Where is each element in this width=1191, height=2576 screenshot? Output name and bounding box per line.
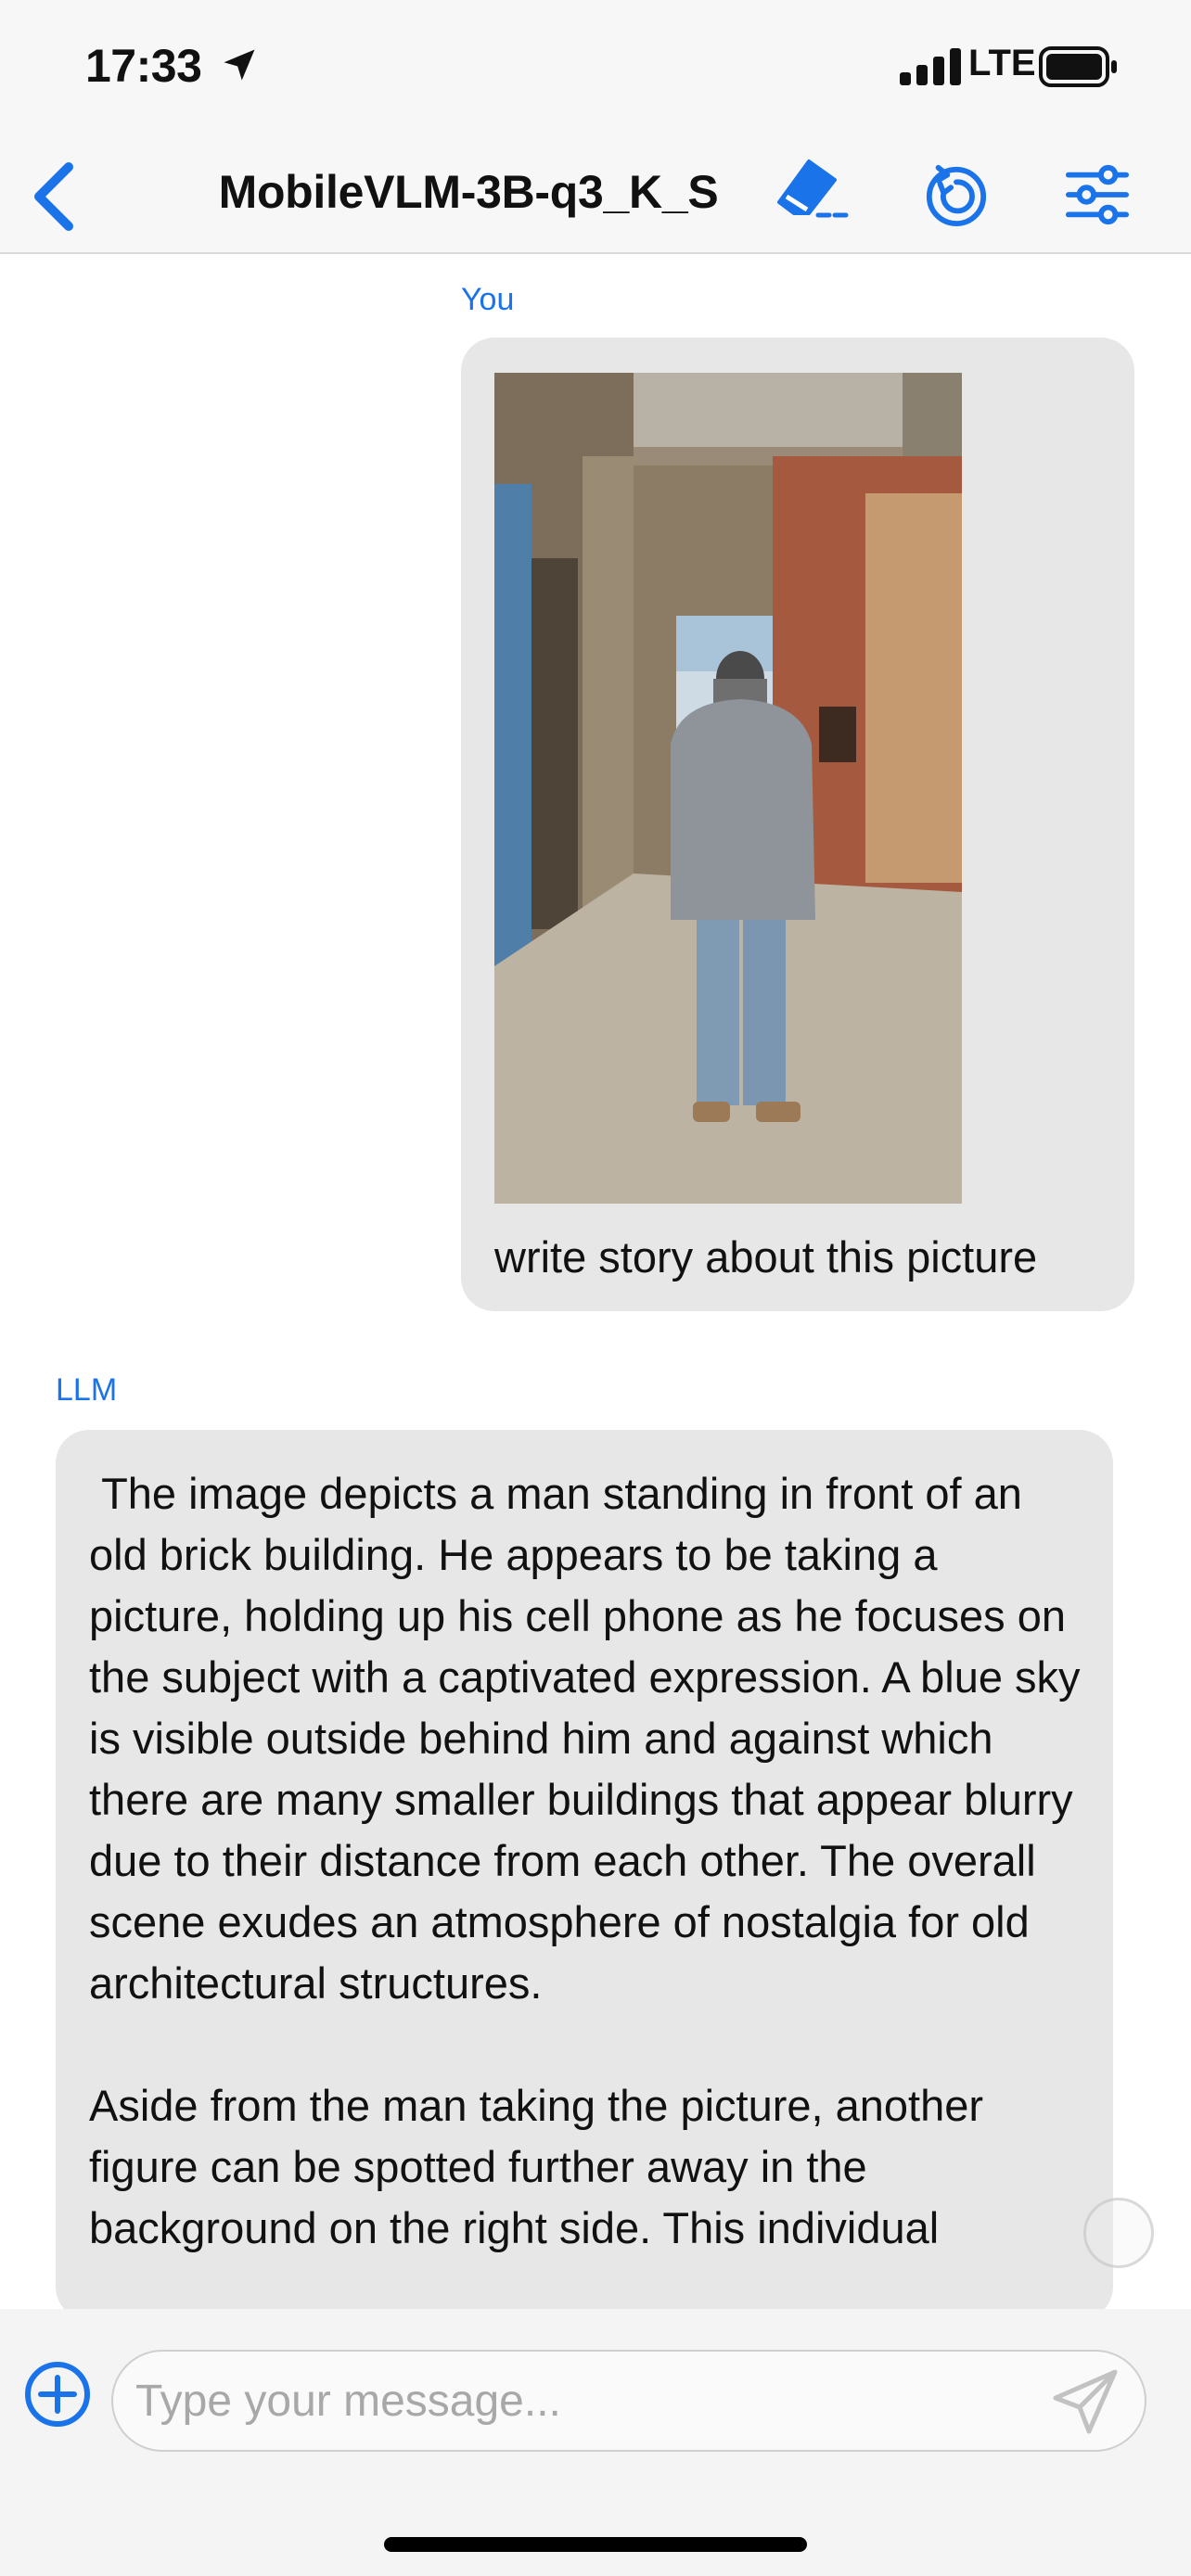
signal-icon	[900, 48, 961, 85]
add-circle-icon[interactable]	[22, 2359, 93, 2429]
scroll-to-bottom-button[interactable]	[1083, 2198, 1154, 2268]
page-title: MobileVLM-3B-q3_K_S	[218, 166, 719, 218]
reload-icon[interactable]	[924, 159, 989, 230]
settings-sliders-icon[interactable]	[1065, 161, 1130, 228]
send-icon[interactable]	[1048, 2365, 1122, 2439]
chat-messages[interactable]: You write story about this picture LLM T…	[0, 252, 1191, 2309]
network-type: LTE	[968, 43, 1036, 83]
back-chevron-icon[interactable]	[28, 159, 80, 234]
eraser-icon[interactable]	[768, 158, 852, 232]
battery-icon	[1039, 46, 1117, 87]
user-sender-label: You	[461, 282, 515, 317]
user-message-bubble: write story about this picture	[461, 338, 1134, 1311]
status-time: 17:33	[85, 40, 202, 92]
assistant-sender-label: LLM	[56, 1372, 118, 1408]
navigation-bar: MobileVLM-3B-q3_K_S	[0, 139, 1191, 254]
assistant-message-bubble: The image depicts a man standing in fron…	[56, 1430, 1113, 2309]
attached-photo[interactable]	[494, 373, 962, 1204]
status-bar: 17:33 LTE	[0, 0, 1191, 139]
assistant-message-text: The image depicts a man standing in fron…	[89, 1469, 1081, 2252]
message-input[interactable]	[111, 2350, 1146, 2452]
user-message-text: write story about this picture	[494, 1232, 1038, 1282]
location-arrow-icon	[224, 49, 255, 81]
composer	[0, 2309, 1191, 2576]
home-indicator	[384, 2537, 807, 2552]
